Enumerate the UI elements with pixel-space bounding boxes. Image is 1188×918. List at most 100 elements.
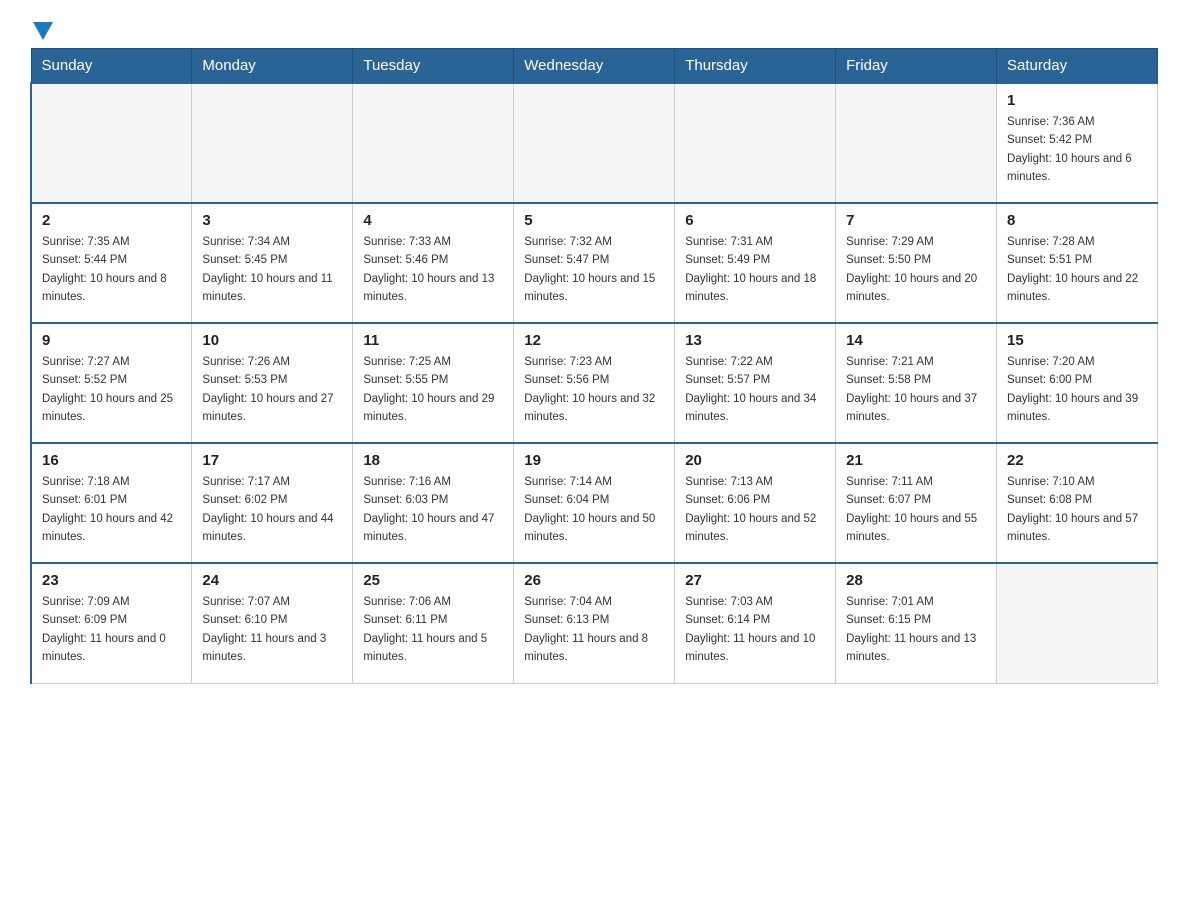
calendar-cell: 23 Sunrise: 7:09 AMSunset: 6:09 PMDayligh… (31, 563, 192, 683)
day-info: Sunrise: 7:28 AMSunset: 5:51 PMDaylight:… (1007, 233, 1147, 307)
calendar-cell: 10 Sunrise: 7:26 AMSunset: 5:53 PMDayligh… (192, 323, 353, 443)
day-info: Sunrise: 7:06 AMSunset: 6:11 PMDaylight:… (363, 593, 503, 667)
calendar-cell (353, 83, 514, 203)
day-info: Sunrise: 7:34 AMSunset: 5:45 PMDaylight:… (202, 233, 342, 307)
day-number: 25 (363, 572, 503, 589)
day-number: 28 (846, 572, 986, 589)
day-number: 8 (1007, 212, 1147, 229)
day-info: Sunrise: 7:18 AMSunset: 6:01 PMDaylight:… (42, 473, 181, 547)
day-number: 5 (524, 212, 664, 229)
day-info: Sunrise: 7:14 AMSunset: 6:04 PMDaylight:… (524, 473, 664, 547)
day-number: 16 (42, 452, 181, 469)
calendar-cell (836, 83, 997, 203)
calendar-cell: 8 Sunrise: 7:28 AMSunset: 5:51 PMDaylight… (997, 203, 1158, 323)
day-info: Sunrise: 7:17 AMSunset: 6:02 PMDaylight:… (202, 473, 342, 547)
day-number: 18 (363, 452, 503, 469)
day-number: 23 (42, 572, 181, 589)
day-number: 17 (202, 452, 342, 469)
calendar-cell: 12 Sunrise: 7:23 AMSunset: 5:56 PMDayligh… (514, 323, 675, 443)
day-number: 19 (524, 452, 664, 469)
calendar-cell: 17 Sunrise: 7:17 AMSunset: 6:02 PMDayligh… (192, 443, 353, 563)
calendar-cell (514, 83, 675, 203)
day-number: 20 (685, 452, 825, 469)
calendar-cell (31, 83, 192, 203)
day-info: Sunrise: 7:25 AMSunset: 5:55 PMDaylight:… (363, 353, 503, 427)
calendar-cell: 14Sunrise: 7:21 AMSunset: 5:58 PMDayligh… (836, 323, 997, 443)
day-number: 13 (685, 332, 825, 349)
day-info: Sunrise: 7:03 AMSunset: 6:14 PMDaylight:… (685, 593, 825, 667)
day-number: 24 (202, 572, 342, 589)
weekday-header-saturday: Saturday (997, 49, 1158, 84)
calendar-cell: 27 Sunrise: 7:03 AMSunset: 6:14 PMDayligh… (675, 563, 836, 683)
calendar-cell: 15 Sunrise: 7:20 AMSunset: 6:00 PMDayligh… (997, 323, 1158, 443)
day-number: 26 (524, 572, 664, 589)
day-info: Sunrise: 7:33 AMSunset: 5:46 PMDaylight:… (363, 233, 503, 307)
week-row-3: 9 Sunrise: 7:27 AMSunset: 5:52 PMDaylight… (31, 323, 1158, 443)
day-number: 3 (202, 212, 342, 229)
calendar-table: SundayMondayTuesdayWednesdayThursdayFrid… (30, 48, 1158, 684)
day-info: Sunrise: 7:26 AMSunset: 5:53 PMDaylight:… (202, 353, 342, 427)
calendar-cell: 22 Sunrise: 7:10 AMSunset: 6:08 PMDayligh… (997, 443, 1158, 563)
calendar-cell: 28 Sunrise: 7:01 AMSunset: 6:15 PMDayligh… (836, 563, 997, 683)
logo-arrow-icon (33, 22, 53, 40)
day-info: Sunrise: 7:20 AMSunset: 6:00 PMDaylight:… (1007, 353, 1147, 427)
day-number: 7 (846, 212, 986, 229)
day-info: Sunrise: 7:36 AMSunset: 5:42 PMDaylight:… (1007, 113, 1147, 187)
calendar-cell: 6Sunrise: 7:31 AMSunset: 5:49 PMDaylight… (675, 203, 836, 323)
calendar-cell: 21 Sunrise: 7:11 AMSunset: 6:07 PMDayligh… (836, 443, 997, 563)
calendar-cell: 25 Sunrise: 7:06 AMSunset: 6:11 PMDayligh… (353, 563, 514, 683)
weekday-header-wednesday: Wednesday (514, 49, 675, 84)
calendar-cell: 26Sunrise: 7:04 AMSunset: 6:13 PMDayligh… (514, 563, 675, 683)
day-info: Sunrise: 7:35 AMSunset: 5:44 PMDaylight:… (42, 233, 181, 307)
day-info: Sunrise: 7:16 AMSunset: 6:03 PMDaylight:… (363, 473, 503, 547)
day-info: Sunrise: 7:32 AMSunset: 5:47 PMDaylight:… (524, 233, 664, 307)
day-number: 9 (42, 332, 181, 349)
calendar-cell: 2 Sunrise: 7:35 AMSunset: 5:44 PMDaylight… (31, 203, 192, 323)
day-info: Sunrise: 7:13 AMSunset: 6:06 PMDaylight:… (685, 473, 825, 547)
calendar-cell: 1 Sunrise: 7:36 AMSunset: 5:42 PMDaylight… (997, 83, 1158, 203)
calendar-cell: 11 Sunrise: 7:25 AMSunset: 5:55 PMDayligh… (353, 323, 514, 443)
day-number: 21 (846, 452, 986, 469)
calendar-cell: 18 Sunrise: 7:16 AMSunset: 6:03 PMDayligh… (353, 443, 514, 563)
calendar-cell: 13Sunrise: 7:22 AMSunset: 5:57 PMDayligh… (675, 323, 836, 443)
calendar-cell: 24 Sunrise: 7:07 AMSunset: 6:10 PMDayligh… (192, 563, 353, 683)
day-number: 12 (524, 332, 664, 349)
calendar-cell: 20 Sunrise: 7:13 AMSunset: 6:06 PMDayligh… (675, 443, 836, 563)
week-row-4: 16 Sunrise: 7:18 AMSunset: 6:01 PMDayligh… (31, 443, 1158, 563)
calendar-cell: 16 Sunrise: 7:18 AMSunset: 6:01 PMDayligh… (31, 443, 192, 563)
day-number: 27 (685, 572, 825, 589)
week-row-1: 1 Sunrise: 7:36 AMSunset: 5:42 PMDaylight… (31, 83, 1158, 203)
day-number: 14 (846, 332, 986, 349)
weekday-header-tuesday: Tuesday (353, 49, 514, 84)
calendar-cell (997, 563, 1158, 683)
day-number: 4 (363, 212, 503, 229)
calendar-cell (192, 83, 353, 203)
day-info: Sunrise: 7:09 AMSunset: 6:09 PMDaylight:… (42, 593, 181, 667)
weekday-header-row: SundayMondayTuesdayWednesdayThursdayFrid… (31, 49, 1158, 84)
day-info: Sunrise: 7:07 AMSunset: 6:10 PMDaylight:… (202, 593, 342, 667)
day-info: Sunrise: 7:10 AMSunset: 6:08 PMDaylight:… (1007, 473, 1147, 547)
weekday-header-friday: Friday (836, 49, 997, 84)
day-info: Sunrise: 7:11 AMSunset: 6:07 PMDaylight:… (846, 473, 986, 547)
day-info: Sunrise: 7:23 AMSunset: 5:56 PMDaylight:… (524, 353, 664, 427)
calendar-cell: 3 Sunrise: 7:34 AMSunset: 5:45 PMDaylight… (192, 203, 353, 323)
day-number: 11 (363, 332, 503, 349)
day-number: 10 (202, 332, 342, 349)
weekday-header-thursday: Thursday (675, 49, 836, 84)
week-row-2: 2 Sunrise: 7:35 AMSunset: 5:44 PMDaylight… (31, 203, 1158, 323)
weekday-header-monday: Monday (192, 49, 353, 84)
day-info: Sunrise: 7:27 AMSunset: 5:52 PMDaylight:… (42, 353, 181, 427)
weekday-header-sunday: Sunday (31, 49, 192, 84)
logo (30, 20, 53, 38)
day-info: Sunrise: 7:29 AMSunset: 5:50 PMDaylight:… (846, 233, 986, 307)
day-number: 1 (1007, 92, 1147, 109)
calendar-cell (675, 83, 836, 203)
day-info: Sunrise: 7:01 AMSunset: 6:15 PMDaylight:… (846, 593, 986, 667)
day-number: 2 (42, 212, 181, 229)
calendar-cell: 19 Sunrise: 7:14 AMSunset: 6:04 PMDayligh… (514, 443, 675, 563)
calendar-cell: 5 Sunrise: 7:32 AMSunset: 5:47 PMDaylight… (514, 203, 675, 323)
day-number: 15 (1007, 332, 1147, 349)
day-number: 22 (1007, 452, 1147, 469)
calendar-cell: 7 Sunrise: 7:29 AMSunset: 5:50 PMDaylight… (836, 203, 997, 323)
calendar-cell: 9 Sunrise: 7:27 AMSunset: 5:52 PMDaylight… (31, 323, 192, 443)
